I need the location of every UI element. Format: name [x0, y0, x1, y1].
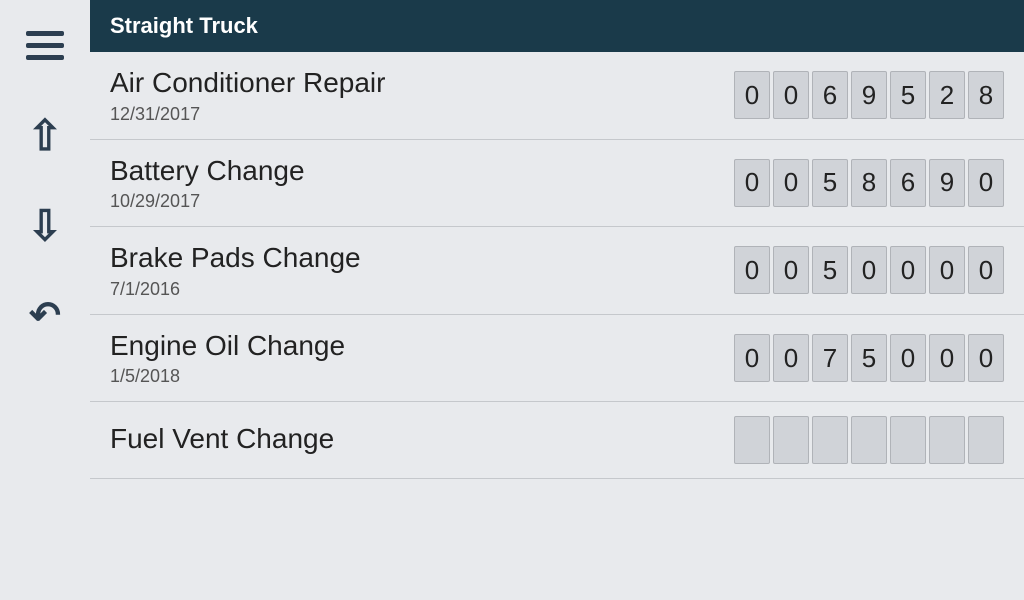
- odometer-digit: 0: [968, 246, 1004, 294]
- odometer-digit: [890, 416, 926, 464]
- menu-button[interactable]: [0, 0, 90, 90]
- odometer-digit: 6: [812, 71, 848, 119]
- item-date: 10/29/2017: [110, 191, 714, 212]
- odometer-digit: [812, 416, 848, 464]
- odometer-digit: 0: [734, 159, 770, 207]
- odometer-digit: 0: [851, 246, 887, 294]
- list-item[interactable]: Brake Pads Change7/1/20160050000: [90, 227, 1024, 315]
- list-item[interactable]: Battery Change10/29/20170058690: [90, 140, 1024, 228]
- item-name: Brake Pads Change: [110, 241, 714, 275]
- odometer-digit: [851, 416, 887, 464]
- hamburger-icon: [26, 31, 64, 60]
- odometer-digit: 0: [929, 246, 965, 294]
- odometer-digit: 0: [773, 71, 809, 119]
- odometer-digit: 0: [773, 334, 809, 382]
- list-item[interactable]: Air Conditioner Repair 12/31/2017 0069528: [90, 52, 1024, 140]
- odometer-digit: 5: [890, 71, 926, 119]
- maintenance-list: Air Conditioner Repair12/31/20170069528B…: [90, 52, 1024, 600]
- list-item[interactable]: Engine Oil Change1/5/20180075000: [90, 315, 1024, 403]
- odometer-digit: 0: [968, 334, 1004, 382]
- odometer: 0058690: [734, 159, 1004, 207]
- odometer-digit: 0: [773, 159, 809, 207]
- odometer-digit: 0: [773, 246, 809, 294]
- odometer-digit: 6: [890, 159, 926, 207]
- odometer-digit: 2: [929, 71, 965, 119]
- header: Straight Truck: [90, 0, 1024, 52]
- odometer-digit: 5: [812, 246, 848, 294]
- odometer: 0075000: [734, 334, 1004, 382]
- item-date: 12/31/2017: [110, 104, 714, 125]
- down-arrow-icon: ⇩: [27, 201, 62, 250]
- odometer-digit: [929, 416, 965, 464]
- odometer-digit: 5: [812, 159, 848, 207]
- odometer-digit: 0: [890, 334, 926, 382]
- odometer-digit: 0: [968, 159, 1004, 207]
- odometer-digit: 0: [929, 334, 965, 382]
- item-name: Battery Change: [110, 154, 714, 188]
- item-name: Air Conditioner Repair: [110, 66, 714, 100]
- item-date: 1/5/2018: [110, 366, 714, 387]
- odometer-digit: [734, 416, 770, 464]
- odometer-digit: 0: [890, 246, 926, 294]
- odometer: 0050000: [734, 246, 1004, 294]
- item-name: Engine Oil Change: [110, 329, 714, 363]
- odometer-digit: 0: [734, 334, 770, 382]
- sidebar: ⇧ ⇩ ↶: [0, 0, 90, 600]
- odometer: [734, 416, 1004, 464]
- up-arrow-icon: ⇧: [27, 111, 62, 160]
- odometer-digit: 7: [812, 334, 848, 382]
- odometer-digit: [773, 416, 809, 464]
- undo-icon: ↶: [29, 293, 61, 338]
- list-item[interactable]: Fuel Vent Change: [90, 402, 1024, 479]
- down-arrow-button[interactable]: ⇩: [0, 180, 90, 270]
- odometer-digit: 0: [734, 246, 770, 294]
- odometer-digit: 0: [734, 71, 770, 119]
- item-date: 7/1/2016: [110, 279, 714, 300]
- odometer-digit: 8: [968, 71, 1004, 119]
- odometer-digit: [968, 416, 1004, 464]
- undo-button[interactable]: ↶: [0, 270, 90, 360]
- item-name: Fuel Vent Change: [110, 422, 714, 456]
- up-arrow-button[interactable]: ⇧: [0, 90, 90, 180]
- main-content: Straight Truck Air Conditioner Repair 12/…: [90, 0, 1024, 600]
- page-title: Straight Truck: [110, 13, 258, 39]
- odometer-digit: 5: [851, 334, 887, 382]
- odometer-digit: 9: [929, 159, 965, 207]
- odometer: 0069528: [734, 71, 1004, 119]
- odometer-digit: 9: [851, 71, 887, 119]
- odometer-digit: 8: [851, 159, 887, 207]
